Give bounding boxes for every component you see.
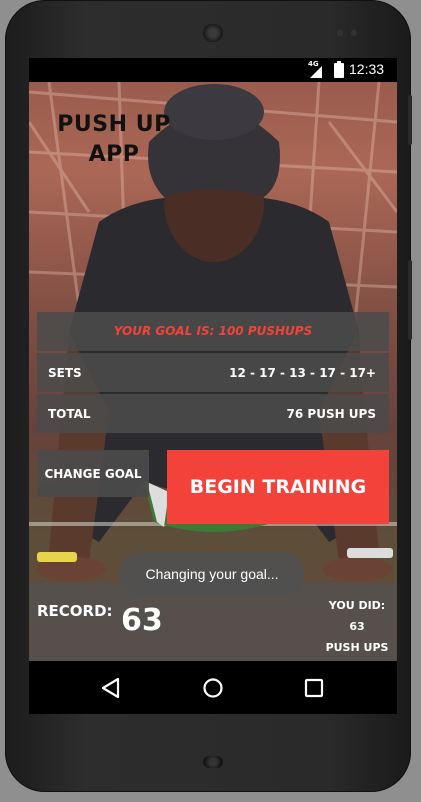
toast-message: Changing your goal... [119, 552, 305, 596]
earpiece-speaker [203, 24, 223, 42]
back-triangle-icon[interactable] [98, 675, 124, 701]
total-row: TOTAL 76 PUSH UPS [37, 394, 389, 433]
logo-line-1: PUSH UP [57, 112, 171, 137]
home-circle-icon[interactable] [200, 675, 226, 701]
logo-line-2: APP [88, 142, 140, 167]
begin-training-button[interactable]: BEGIN TRAINING [167, 450, 389, 524]
goal-text: YOUR GOAL IS: 100 PUSHUPS [113, 324, 313, 338]
total-value: 76 PUSH UPS [286, 407, 376, 421]
bottom-speaker [203, 756, 223, 768]
goal-banner: YOUR GOAL IS: 100 PUSHUPS [37, 312, 389, 351]
total-label: TOTAL [48, 407, 91, 421]
battery-icon [334, 61, 344, 78]
you-did-block: YOU DID: 63 PUSH UPS [325, 595, 389, 658]
sets-label: SETS [48, 366, 82, 380]
sets-row: SETS 12 - 17 - 13 - 17 - 17+ [37, 353, 389, 392]
clock: 12:33 [349, 61, 385, 77]
recents-square-icon[interactable] [301, 675, 327, 701]
you-did-label: YOU DID: [328, 599, 386, 612]
screen: 4G 12:33 PUSH UP APP YOUR GOAL IS: 100 P… [29, 58, 397, 714]
you-did-unit: PUSH UPS [325, 641, 389, 654]
change-goal-button[interactable]: CHANGE GOAL [37, 450, 149, 497]
app-logo: PUSH UP APP [29, 110, 199, 170]
navigation-bar [29, 661, 397, 714]
status-bar: 4G 12:33 [29, 58, 397, 82]
power-button [408, 95, 412, 145]
app-content: PUSH UP APP YOUR GOAL IS: 100 PUSHUPS SE… [29, 82, 397, 661]
volume-button [408, 260, 412, 340]
phone-frame: 4G 12:33 PUSH UP APP YOUR GOAL IS: 100 P… [5, 0, 412, 792]
sets-value: 12 - 17 - 13 - 17 - 17+ [229, 366, 376, 380]
sensor-dot [337, 30, 343, 36]
record-value: 63 [121, 603, 163, 638]
record-label: RECORD: [37, 602, 113, 620]
sensor-dot [351, 30, 357, 36]
you-did-value: 63 [349, 620, 365, 633]
network-icon: 4G [308, 60, 322, 78]
